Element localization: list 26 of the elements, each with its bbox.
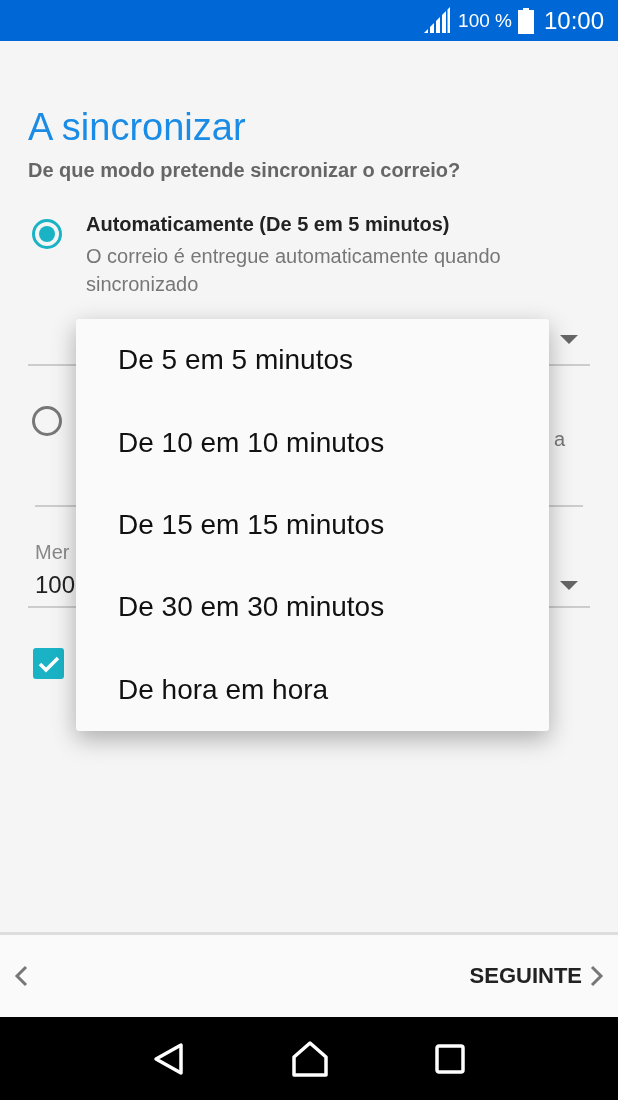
next-button[interactable]: SEGUINTE	[461, 957, 590, 995]
field-label: Mer	[35, 541, 71, 564]
menu-item[interactable]: De 10 em 10 minutos	[76, 401, 549, 484]
back-chevron-icon[interactable]	[14, 965, 28, 987]
radio-button[interactable]	[32, 219, 62, 249]
recent-apps-icon[interactable]	[434, 1043, 465, 1074]
menu-item[interactable]: De 15 em 15 minutos	[76, 483, 549, 567]
dropdown-arrow-icon	[560, 580, 578, 590]
battery-percent: 100 %	[458, 9, 512, 32]
back-icon[interactable]	[153, 1041, 186, 1076]
option-description: a	[554, 428, 566, 451]
checkbox[interactable]	[33, 648, 64, 679]
menu-item[interactable]: De 5 em 5 minutos	[76, 319, 549, 402]
radio-button[interactable]	[32, 406, 62, 436]
forward-chevron-icon[interactable]	[590, 965, 604, 987]
home-icon[interactable]	[292, 1040, 328, 1077]
menu-item[interactable]: De 30 em 30 minutos	[76, 566, 549, 649]
battery-icon	[517, 7, 534, 34]
screen-title: A sincronizar	[28, 105, 247, 149]
question-text: De que modo pretende sincronizar o correio?	[28, 159, 462, 182]
dropdown-arrow-icon	[560, 334, 578, 344]
signal-icon	[424, 6, 451, 33]
menu-item[interactable]: De hora em hora	[76, 648, 549, 731]
option-label: Automaticamente (De 5 em 5 minutos)	[86, 212, 451, 237]
clock: 10:00	[543, 6, 604, 35]
option-description: O correio é entregue automaticamente quando sincronizado	[86, 244, 502, 297]
